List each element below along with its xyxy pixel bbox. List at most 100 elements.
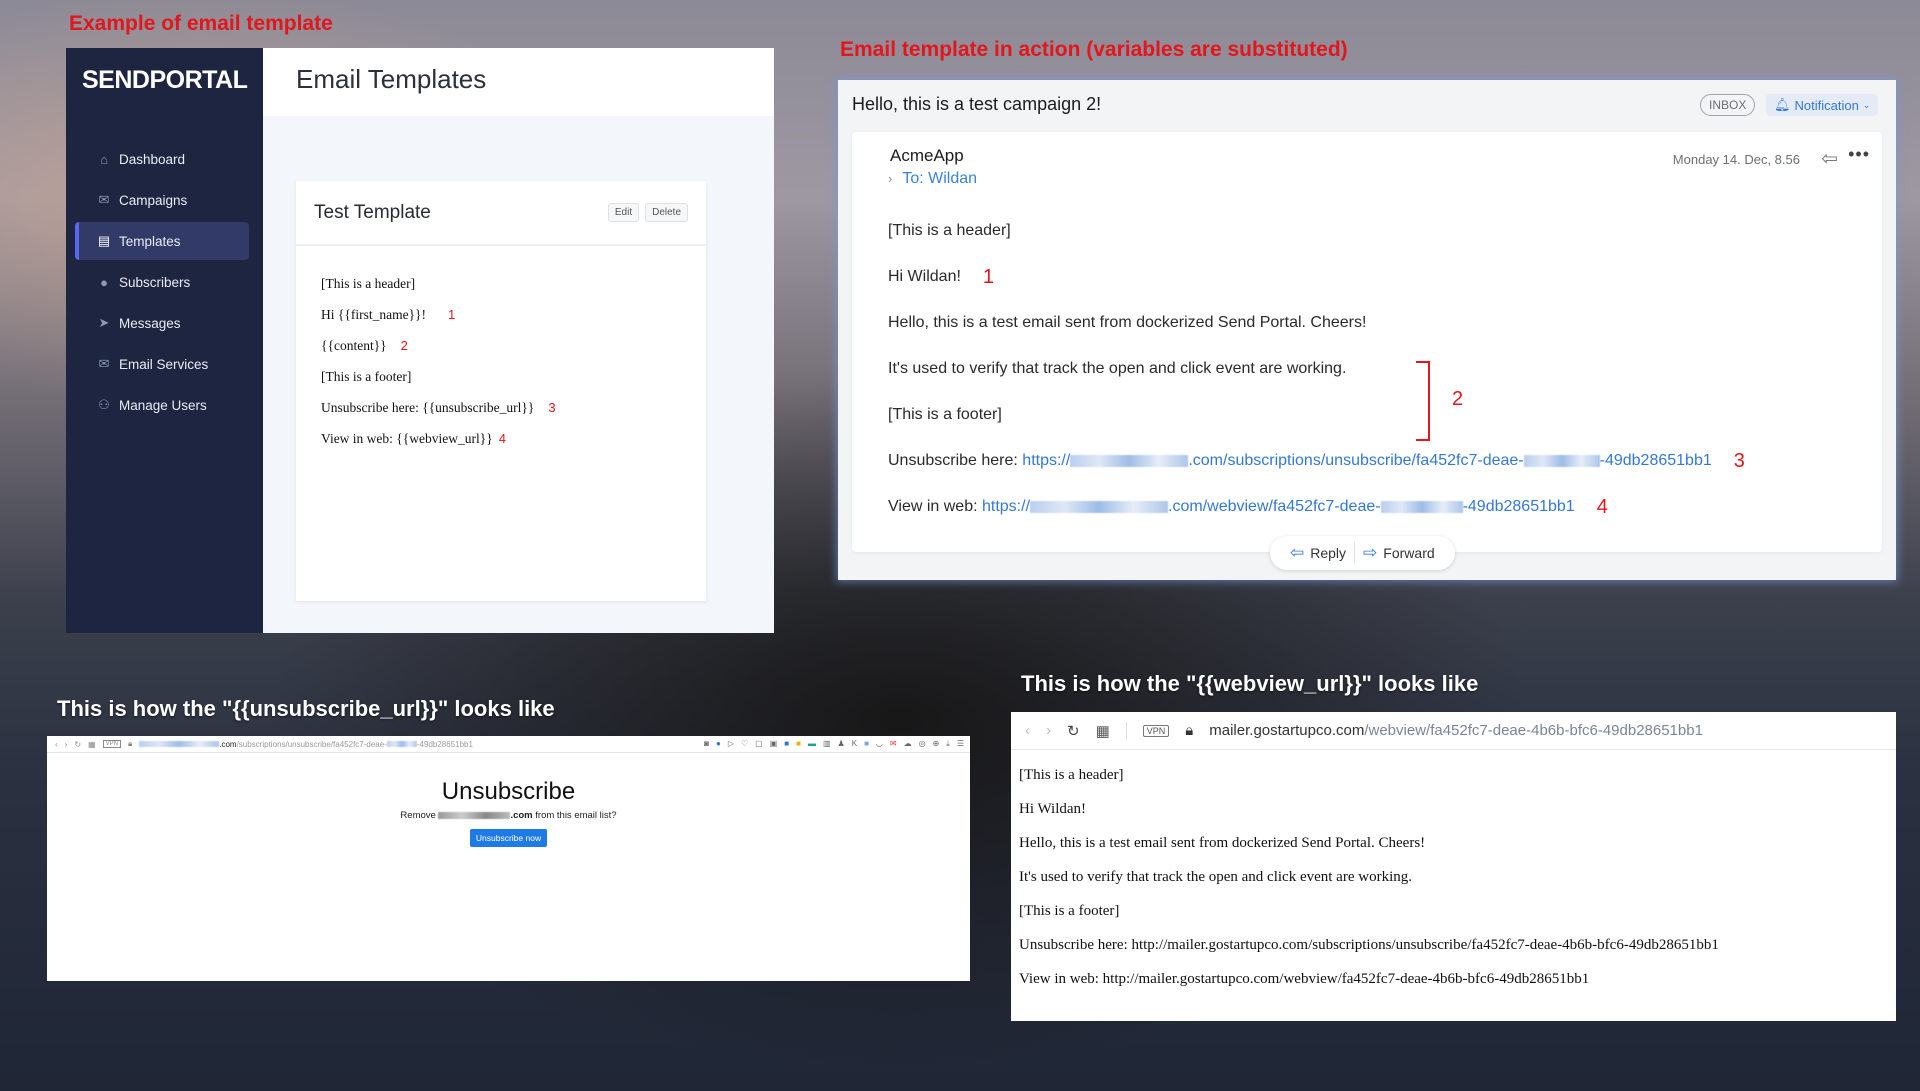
tabs-grid-icon[interactable]: ▦ xyxy=(1096,722,1110,740)
forward-icon[interactable]: › xyxy=(65,740,68,749)
greeting-text: Hi Wildan! xyxy=(888,268,961,285)
sidebar-item-messages[interactable]: ➤ Messages xyxy=(75,304,249,342)
sidebar-nav: ⌂ Dashboard ✉ Campaigns ▤ Templates ● Subscr… xyxy=(75,140,249,427)
notification-dropdown[interactable]: 🔔︎ Notification ⌄ xyxy=(1766,94,1879,116)
lock-icon: 🔒︎ xyxy=(127,739,133,748)
annotation-number: 2 xyxy=(1452,388,1464,410)
link-suffix: -49db28651bb1 xyxy=(1599,452,1712,469)
menu-icon[interactable]: ☰ xyxy=(957,739,964,749)
vpn-icon[interactable]: VPN xyxy=(102,740,121,748)
email-line: View in web: https:// .com/webview/fa452f… xyxy=(888,484,1745,530)
address-bar[interactable]: mailer.gostartupco.com/webview/fa452fc7-… xyxy=(1209,722,1703,739)
link-suffix: -49db28651bb1 xyxy=(1462,498,1575,515)
more-options-icon[interactable]: ••• xyxy=(1848,144,1870,165)
edit-button[interactable]: Edit xyxy=(607,203,640,222)
file-icon: ▤ xyxy=(97,233,111,248)
envelope-icon: ✉ xyxy=(98,356,110,371)
extension-icon[interactable]: ▣ xyxy=(770,739,778,749)
back-icon[interactable]: ‹ xyxy=(1025,722,1030,739)
unsubscribe-question: Remove .com from this email list? xyxy=(47,810,970,821)
back-icon[interactable]: ‹ xyxy=(55,740,58,749)
redacted-email xyxy=(438,811,511,819)
paper-plane-icon: ➤ xyxy=(98,315,110,330)
shield-check-icon[interactable]: ● xyxy=(716,739,721,749)
sidebar-item-templates[interactable]: ▤ Templates xyxy=(75,222,249,260)
chevron-right-icon[interactable]: › xyxy=(888,171,892,186)
tabs-grid-icon[interactable]: ▦ xyxy=(88,740,96,749)
forward-icon: ⇨ xyxy=(1363,543,1378,562)
camera-icon[interactable]: ◙ xyxy=(704,739,709,749)
address-bar[interactable]: .com/subscriptions/unsubscribe/fa452fc7-… xyxy=(139,740,473,749)
recipient-label: To: Wildan xyxy=(902,170,978,187)
forward-icon[interactable]: › xyxy=(1046,722,1051,739)
extension-icon[interactable]: ■ xyxy=(864,739,869,749)
email-line: [This is a footer] xyxy=(888,406,1002,423)
template-line: Unsubscribe here: {{unsubscribe_url}} 3 xyxy=(321,392,681,423)
webview-line: [This is a header] xyxy=(1019,766,1124,783)
sidebar-item-email-services[interactable]: ✉ Email Services xyxy=(75,345,249,383)
heart-icon[interactable]: ♡ xyxy=(741,739,748,749)
user-icon: ● xyxy=(100,274,108,290)
sidebar-item-manage-users[interactable]: ⚇ Manage Users xyxy=(75,386,249,424)
forward-button[interactable]: ⇨ Forward xyxy=(1355,543,1443,563)
sidebar-item-label: Manage Users xyxy=(119,397,207,413)
sidebar-item-campaigns[interactable]: ✉ Campaigns xyxy=(75,181,249,219)
extension-icon[interactable]: ⊕ xyxy=(933,739,940,749)
unsubscribe-link[interactable]: https:// .com/subscriptions/unsubscribe/f… xyxy=(1022,452,1711,470)
template-card: Test Template Edit Delete [This is a hea… xyxy=(296,181,706,601)
extension-icon[interactable]: ☁ xyxy=(904,739,912,749)
email-sender: AcmeApp xyxy=(890,146,964,165)
link-prefix: https:// xyxy=(981,498,1031,515)
url-suffix: -49db28651bb1 xyxy=(416,739,473,749)
sendportal-window: SENDPORTAL ⌂ Dashboard ✉ Campaigns ▤ Templa… xyxy=(66,48,774,633)
pocket-icon[interactable]: ◡ xyxy=(876,739,883,749)
extension-icon[interactable]: ◎ xyxy=(919,739,926,749)
email-body: [This is a header] Hi Wildan! 1 Hello, th… xyxy=(888,208,1745,530)
play-icon[interactable]: ▷ xyxy=(728,739,734,749)
url-path: /subscriptions/unsubscribe/fa452fc7-deae… xyxy=(236,739,387,749)
template-line: View in web: {{webview_url}} 4 xyxy=(321,423,681,454)
url-domain: .com xyxy=(219,739,237,749)
inbox-badge: INBOX xyxy=(1700,94,1756,116)
email-recipient[interactable]: › To: Wildan xyxy=(888,170,977,188)
redacted-domain xyxy=(1030,500,1169,513)
sidebar-item-subscribers[interactable]: ● Subscribers xyxy=(75,263,249,301)
reload-icon[interactable]: ↻ xyxy=(1067,722,1080,740)
sidebar-item-label: Campaigns xyxy=(119,192,188,208)
sidebar-item-label: Email Services xyxy=(119,356,209,372)
annotation-number: 3 xyxy=(1733,449,1745,472)
template-line: Hi {{first_name}}! 1 xyxy=(321,299,681,330)
extension-icon[interactable]: ▢ xyxy=(755,739,763,749)
extension-icon[interactable]: ■ xyxy=(784,739,789,749)
extension-icon[interactable]: ✉ xyxy=(890,739,897,749)
card-header: Test Template Edit Delete xyxy=(296,181,706,246)
caption-webview-url: This is how the "{{webview_url}}" looks … xyxy=(1021,671,1479,696)
sidebar-item-dashboard[interactable]: ⌂ Dashboard xyxy=(75,140,249,178)
caption-unsubscribe-url: This is how the "{{unsubscribe_url}}" lo… xyxy=(57,696,555,721)
extension-icon[interactable]: ▬ xyxy=(808,739,816,749)
unsubscribe-now-button[interactable]: Unsubscribe now xyxy=(469,829,548,847)
extension-icon[interactable]: ■ xyxy=(796,739,801,749)
reload-icon[interactable]: ↻ xyxy=(74,740,81,749)
reply-icon[interactable]: ⇦ xyxy=(1821,146,1838,171)
reply-forward-bar: ⇦ Reply ⇨ Forward xyxy=(1270,536,1455,570)
redacted-id xyxy=(1523,454,1600,467)
extension-icon[interactable]: ♟ xyxy=(838,739,845,749)
template-line-text: {{content}} xyxy=(321,337,387,353)
webview-line: View in web: http://mailer.gostartupco.c… xyxy=(1019,970,1590,987)
webview-link[interactable]: https:// .com/webview/fa452fc7-deae- -49db… xyxy=(982,498,1575,516)
email-message: AcmeApp › To: Wildan Monday 14. Dec, 8.56… xyxy=(852,132,1882,552)
sendportal-logo[interactable]: SENDPORTAL xyxy=(82,66,248,95)
extension-icon[interactable]: K xyxy=(852,739,857,749)
reply-label: Reply xyxy=(1310,545,1347,561)
reply-button[interactable]: ⇦ Reply xyxy=(1282,543,1354,563)
redacted-id xyxy=(386,741,417,748)
download-icon[interactable]: ⤓ xyxy=(946,739,950,749)
delete-button[interactable]: Delete xyxy=(645,203,688,222)
annotation-number: 3 xyxy=(548,400,556,415)
vpn-icon[interactable]: VPN xyxy=(1142,724,1170,737)
template-line-text: Unsubscribe here: {{unsubscribe_url}} xyxy=(321,399,535,415)
extension-icon[interactable]: ▥ xyxy=(823,739,831,749)
unsubscribe-label: Unsubscribe here: xyxy=(888,452,1023,469)
redacted-id xyxy=(1380,500,1463,513)
